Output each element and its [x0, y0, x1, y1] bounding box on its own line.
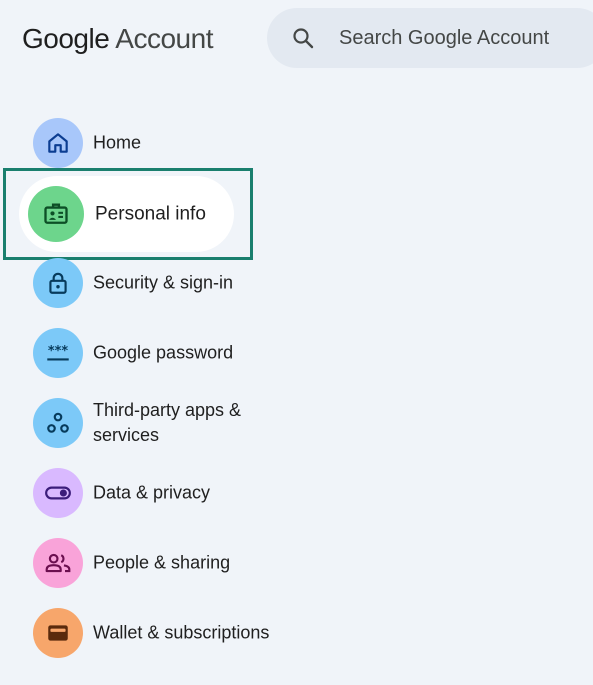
sidebar-item-people-sharing[interactable]: People & sharing — [20, 533, 300, 593]
sidebar-item-label: Google password — [93, 342, 234, 363]
sidebar-item-label: Wallet & subscriptions — [93, 622, 270, 643]
sidebar-item-label: People & sharing — [93, 552, 231, 573]
search-input[interactable]: Search Google Account — [339, 26, 549, 50]
sidebar-item-label: Third-party apps & services — [93, 400, 242, 445]
sidebar-item-label: Data & privacy — [93, 482, 211, 503]
toggle-icon — [33, 468, 83, 518]
sidebar-item-third-party-apps[interactable]: Third-party apps & services — [20, 393, 300, 453]
id-card-icon — [28, 186, 84, 242]
search-icon[interactable] — [291, 26, 315, 50]
search-bar[interactable]: Search Google Account — [267, 8, 593, 68]
top-bar: Google Account Search Google Account — [0, 0, 593, 80]
sidebar-item-data-privacy[interactable]: Data & privacy — [20, 463, 300, 523]
lock-icon — [33, 258, 83, 308]
svg-text:***: *** — [48, 344, 68, 359]
password-icon: *** — [33, 328, 83, 378]
sidebar-item-label: Personal info — [95, 203, 206, 225]
logo-product: Account — [115, 23, 213, 54]
sidebar-item-label: Home — [93, 132, 142, 153]
people-icon — [33, 538, 83, 588]
wallet-icon — [33, 608, 83, 658]
google-account-logo[interactable]: Google Account — [22, 20, 213, 58]
sidebar-item-label: Security & sign-in — [93, 272, 234, 293]
connections-icon — [33, 398, 83, 448]
home-icon — [33, 118, 83, 168]
logo-brand: Google — [22, 23, 110, 54]
sidebar-item-security[interactable]: Security & sign-in — [20, 253, 300, 313]
sidebar-item-wallet[interactable]: Wallet & subscriptions — [20, 603, 300, 663]
sidebar-item-personal-info[interactable]: Personal info — [19, 176, 234, 252]
sidebar-item-google-password[interactable]: *** Google password — [20, 323, 300, 383]
sidebar-item-home[interactable]: Home — [20, 113, 300, 173]
